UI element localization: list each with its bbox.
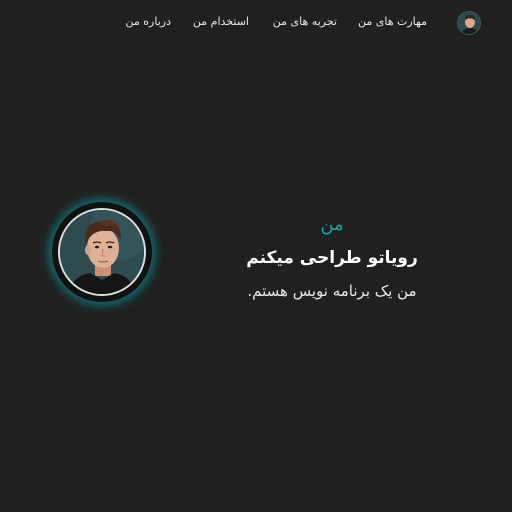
nav-avatar[interactable] bbox=[457, 11, 481, 35]
nav-link-hire[interactable]: استخدام من bbox=[193, 14, 249, 30]
page: مهارت های من تجربه های من استخدام من درب… bbox=[0, 0, 512, 512]
nav-link-experience[interactable]: تجربه های من bbox=[273, 14, 337, 30]
avatar-icon bbox=[458, 12, 480, 34]
top-nav: مهارت های من تجربه های من استخدام من درب… bbox=[0, 0, 512, 44]
portrait-image bbox=[60, 210, 144, 294]
hero-title: رویاتو طراحی میکنم bbox=[246, 248, 418, 268]
hero-photo bbox=[58, 208, 146, 296]
nav-link-about[interactable]: درباره من bbox=[126, 14, 171, 30]
nav-link-skills[interactable]: مهارت های من bbox=[358, 14, 427, 30]
hero-photo-frame bbox=[52, 202, 152, 302]
hero-eyebrow: من bbox=[320, 214, 344, 235]
hero-subtitle: من یک برنامه نویس هستم. bbox=[247, 282, 417, 300]
